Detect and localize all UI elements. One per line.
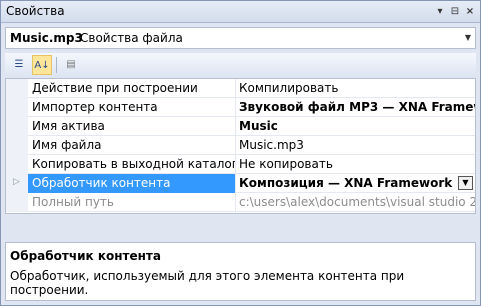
property-value[interactable]: Звуковой файл MP3 — XNA Framework xyxy=(237,98,475,117)
row-gutter xyxy=(6,136,28,155)
description-pane: Обработчик контента Обработчик, использу… xyxy=(5,242,476,301)
description-text: Обработчик, используемый для этого элеме… xyxy=(10,269,405,297)
row-gutter xyxy=(6,193,28,212)
property-name[interactable]: Имя актива xyxy=(28,117,236,136)
property-name[interactable]: Имя файла xyxy=(28,136,236,155)
toolbar-separator xyxy=(56,57,57,73)
pin-icon[interactable]: ⊟ xyxy=(449,6,461,18)
property-value[interactable]: c:\users\alex\documents\visual studio 20… xyxy=(237,193,475,212)
property-row-copy-to-output[interactable]: Копировать в выходной каталог Не копиров… xyxy=(6,155,475,174)
object-type: Свойства файла xyxy=(80,31,183,45)
property-pages-icon[interactable]: ▤ xyxy=(61,55,81,75)
property-row-full-path[interactable]: Полный путь c:\users\alex\documents\visu… xyxy=(6,193,475,212)
property-grid: Действие при построении Компилировать Им… xyxy=(5,78,476,214)
property-name[interactable]: Копировать в выходной каталог xyxy=(28,155,236,174)
property-name[interactable]: Обработчик контента xyxy=(28,174,236,193)
chevron-down-icon[interactable]: ▼ xyxy=(465,33,471,42)
property-value[interactable]: Music.mp3 xyxy=(237,136,475,155)
alphabetical-sort-icon[interactable]: A↓ xyxy=(32,55,52,75)
row-gutter xyxy=(6,155,28,174)
property-name[interactable]: Действие при построении xyxy=(28,79,236,98)
object-name: Music.mp3 xyxy=(10,31,83,45)
window-position-dropdown-icon[interactable]: ▾ xyxy=(434,6,446,18)
property-value[interactable]: Не копировать xyxy=(237,155,475,174)
object-selector[interactable]: Music.mp3 Свойства файла ▼ xyxy=(5,27,476,49)
properties-toolbar: ☰ A↓ ▤ xyxy=(5,53,476,77)
property-row-asset-name[interactable]: Имя актива Music xyxy=(6,117,475,136)
close-icon[interactable]: × xyxy=(464,6,476,18)
properties-window: Свойства ▾ ⊟ × Music.mp3 Свойства файла … xyxy=(0,0,481,306)
property-row-content-importer[interactable]: Импортер контента Звуковой файл MP3 — XN… xyxy=(6,98,475,117)
property-name[interactable]: Импортер контента xyxy=(28,98,236,117)
row-gutter[interactable]: ▷ xyxy=(6,174,28,193)
row-gutter xyxy=(6,117,28,136)
value-dropdown-button[interactable]: ▼ xyxy=(458,176,473,190)
property-value[interactable]: Композиция — XNA Framework xyxy=(237,174,475,193)
property-value[interactable]: Компилировать xyxy=(237,79,475,98)
title-bar: Свойства ▾ ⊟ × xyxy=(1,1,480,23)
property-row-file-name[interactable]: Имя файла Music.mp3 xyxy=(6,136,475,155)
property-name: Полный путь xyxy=(28,193,236,212)
row-gutter xyxy=(6,79,28,98)
property-row-build-action[interactable]: Действие при построении Компилировать xyxy=(6,79,475,98)
property-row-content-processor[interactable]: ▷ Обработчик контента Композиция — XNA F… xyxy=(6,174,475,193)
window-title: Свойства xyxy=(6,4,65,18)
expand-icon[interactable]: ▷ xyxy=(13,177,20,187)
categorized-icon[interactable]: ☰ xyxy=(9,55,29,75)
description-title: Обработчик контента xyxy=(10,249,161,263)
property-value[interactable]: Music xyxy=(237,117,475,136)
row-gutter xyxy=(6,98,28,117)
